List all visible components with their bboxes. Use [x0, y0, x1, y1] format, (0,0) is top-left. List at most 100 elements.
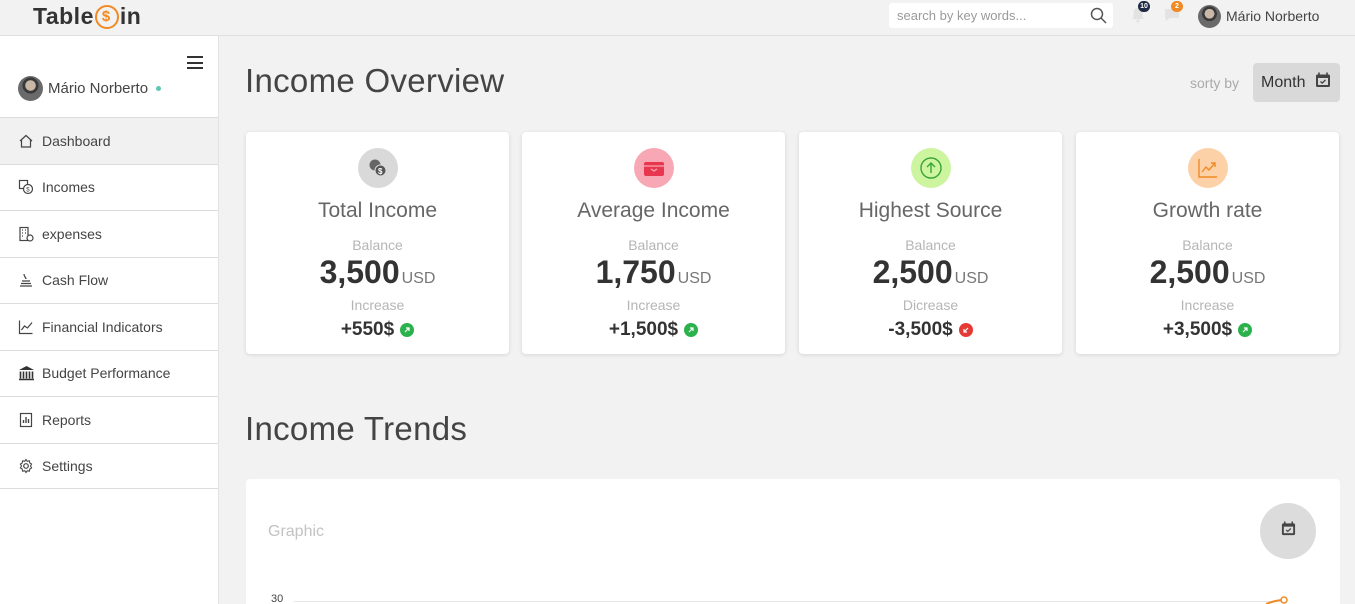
- sidebar-user-name: Mário Norberto: [48, 79, 149, 97]
- home-icon: [17, 132, 35, 150]
- sidebar-item-label: Dashboard: [42, 132, 111, 149]
- change-value: +3,500$: [1076, 319, 1339, 341]
- stat-card-average-income: Average Income Balance 1,750 USD Increase…: [522, 132, 785, 354]
- trend-data-point: [1280, 596, 1288, 604]
- sidebar-item-label: Reports: [42, 411, 92, 428]
- coins-icon: $: [357, 148, 398, 188]
- change-label: Increase: [626, 297, 681, 313]
- gear-icon: [17, 457, 35, 475]
- arrow-up-right-icon: [684, 323, 699, 337]
- balance-label: Balance: [628, 237, 679, 253]
- change-amount: +3,500$: [1162, 319, 1233, 340]
- bank-icon: [17, 364, 35, 382]
- coin-icon: [94, 5, 119, 29]
- arrow-down-left-icon: [958, 323, 973, 337]
- sidebar-item-label: Cash Flow: [42, 272, 109, 289]
- notifications-button[interactable]: 10: [1130, 1, 1150, 29]
- online-status-dot: [156, 85, 162, 91]
- logo-text-suffix: in: [119, 2, 142, 29]
- change-amount: +550$: [340, 319, 395, 340]
- change-label: Increase: [1180, 297, 1235, 313]
- balance-amount: 2,500 USD: [1076, 254, 1339, 291]
- page-title: Income Overview: [245, 62, 505, 99]
- balance-amount: 3,500 USD: [246, 254, 509, 291]
- sidebar-item-reports[interactable]: Reports: [0, 396, 218, 443]
- sidebar-item-expenses[interactable]: expenses: [0, 210, 218, 257]
- app-logo[interactable]: Tablein: [33, 2, 141, 30]
- user-name: Mário Norberto: [1226, 8, 1320, 24]
- change-label: Dicrease: [902, 297, 959, 313]
- sidebar-item-budget-performance[interactable]: Budget Performance: [0, 349, 218, 396]
- avatar: [1198, 4, 1221, 28]
- user-menu[interactable]: Mário Norberto: [1198, 4, 1319, 28]
- logo-text: Table: [33, 2, 94, 29]
- incomes-icon: $: [17, 178, 35, 196]
- card-title: Average Income: [577, 199, 730, 222]
- change-amount: -3,500$: [888, 319, 953, 340]
- currency-label: USD: [401, 270, 436, 287]
- card-title: Total Income: [317, 199, 438, 222]
- sidebar-item-financial-indicators[interactable]: Financial Indicators: [0, 303, 218, 350]
- balance-label: Balance: [352, 237, 403, 253]
- sort-period-button[interactable]: Month: [1253, 63, 1340, 102]
- avatar: [18, 75, 43, 101]
- change-value: -3,500$: [799, 319, 1062, 341]
- change-label: Increase: [350, 297, 405, 313]
- change-amount: +1,500$: [608, 319, 679, 340]
- change-value: +550$: [246, 319, 509, 341]
- balance-label: Balance: [1182, 237, 1233, 253]
- messages-button[interactable]: 2: [1163, 1, 1183, 28]
- calendar-icon: [1315, 72, 1331, 93]
- stat-card-highest-source: Highest Source Balance 2,500 USD Dicrease…: [799, 132, 1062, 354]
- card-title: Highest Source: [858, 199, 1003, 222]
- section-title: Income Trends: [245, 410, 468, 447]
- amount-value: 3,500: [319, 254, 400, 290]
- chart-line-icon: [17, 318, 35, 336]
- sidebar-item-incomes[interactable]: $ Incomes: [0, 163, 218, 210]
- trend-icon: [1187, 148, 1228, 188]
- stat-card-total-income: $ Total Income Balance 3,500 USD Increase…: [246, 132, 509, 354]
- change-value: +1,500$: [522, 319, 785, 341]
- currency-label: USD: [677, 270, 712, 287]
- sidebar-item-label: Settings: [42, 457, 93, 474]
- cash-flow-icon: [17, 271, 35, 289]
- sidebar-item-label: expenses: [42, 225, 102, 242]
- sidebar-user: Mário Norberto: [18, 75, 162, 101]
- amount-value: 1,750: [595, 254, 676, 290]
- search-input[interactable]: [889, 3, 1079, 28]
- currency-label: USD: [1231, 270, 1266, 287]
- arrow-up-right-icon: [1238, 323, 1253, 337]
- wallet-icon: [633, 148, 674, 188]
- messages-count-badge: 2: [1171, 1, 1183, 12]
- amount-value: 2,500: [872, 254, 953, 290]
- sidebar-nav: Dashboard $ Incomes expenses Cash Flow F…: [0, 117, 218, 489]
- sort-period-value: Month: [1261, 73, 1306, 91]
- arrow-up-circle-icon: [910, 148, 951, 188]
- sidebar: Mário Norberto Dashboard $ Incomes expen…: [0, 36, 219, 604]
- amount-value: 2,500: [1149, 254, 1230, 290]
- sidebar-item-settings[interactable]: Settings: [0, 442, 218, 489]
- sidebar-item-label: Incomes: [42, 179, 95, 196]
- sidebar-item-cash-flow[interactable]: Cash Flow: [0, 256, 218, 303]
- sort-by-label: sorty by: [1190, 75, 1240, 91]
- notifications-count-badge: 10: [1138, 1, 1150, 12]
- trend-line-chart: [294, 596, 1288, 604]
- svg-text:$: $: [378, 167, 383, 176]
- arrow-up-right-icon: [400, 323, 415, 337]
- balance-amount: 2,500 USD: [799, 254, 1062, 291]
- reports-icon: [17, 411, 35, 429]
- search-icon[interactable]: [1090, 7, 1107, 29]
- search-box: [889, 3, 1113, 28]
- sidebar-item-label: Financial Indicators: [42, 318, 163, 335]
- income-trends-chart-card: Graphic 30: [246, 479, 1340, 604]
- top-bar: Tablein 10 2 Mário Norberto: [0, 0, 1355, 36]
- sidebar-item-dashboard[interactable]: Dashboard: [0, 117, 218, 164]
- sidebar-item-label: Budget Performance: [42, 365, 171, 382]
- hamburger-menu-icon[interactable]: [187, 56, 203, 69]
- stat-card-growth-rate: Growth rate Balance 2,500 USD Increase +3…: [1076, 132, 1339, 354]
- currency-label: USD: [954, 270, 989, 287]
- expenses-icon: [17, 225, 35, 243]
- balance-amount: 1,750 USD: [522, 254, 785, 291]
- balance-label: Balance: [905, 237, 956, 253]
- card-title: Growth rate: [1152, 199, 1263, 222]
